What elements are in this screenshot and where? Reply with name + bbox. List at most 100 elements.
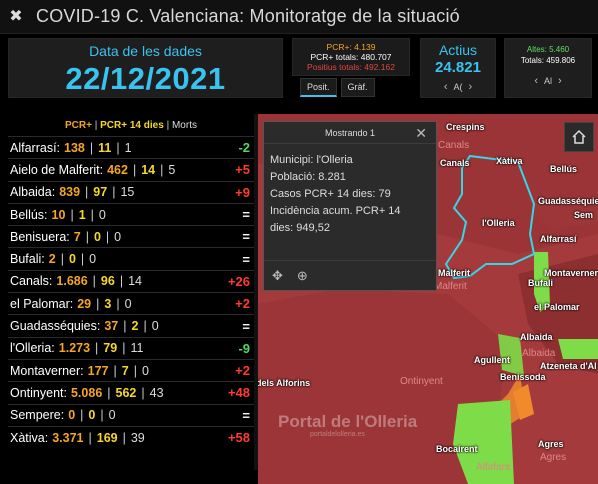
separator: | bbox=[85, 229, 89, 244]
separator: | bbox=[132, 162, 137, 177]
map-label-crespins: Crespins bbox=[446, 122, 485, 132]
daily-delta: -2 bbox=[238, 140, 250, 156]
pcr-summary-box: PCR+: 4.139 PCR+ totals: 480.707 Positiu… bbox=[292, 38, 410, 76]
zoom-to-icon[interactable]: ⊕ bbox=[297, 268, 308, 284]
separator: | bbox=[123, 319, 127, 334]
date-value: 22/12/2021 bbox=[65, 61, 226, 96]
municipality-list: PCR+ | PCR+ 14 dies | Morts Alfarrasí: 13… bbox=[8, 114, 254, 470]
map-label-alfarrasi: Alfarrasí bbox=[540, 234, 577, 244]
chevron-left-icon[interactable]: ‹ bbox=[444, 81, 448, 93]
map-label-albaida-dim: Albaida bbox=[522, 348, 556, 359]
popup-header: Mostrando 1 ✕ bbox=[264, 122, 436, 144]
pcr14-value: 14 bbox=[141, 162, 156, 177]
map-label-xativa: Xàtiva bbox=[496, 156, 523, 166]
separator: | bbox=[119, 274, 124, 289]
home-button[interactable] bbox=[564, 122, 594, 152]
pcr-value: 10 bbox=[51, 207, 66, 222]
list-item[interactable]: Albaida: 839 | 97 | 15 +9 bbox=[8, 180, 254, 203]
list-item[interactable]: Aielo de Malferit: 462 | 14 | 5 +5 bbox=[8, 158, 254, 180]
list-item[interactable]: Guadasséquies: 37 | 2 | 0 = bbox=[8, 314, 254, 336]
popup-municipi: Municipi: l'Olleria bbox=[270, 154, 353, 166]
morts-value: 0 bbox=[108, 408, 116, 423]
pcr14-value: 0 bbox=[93, 229, 101, 244]
separator: | bbox=[85, 185, 89, 200]
separator: | bbox=[133, 363, 137, 378]
popup-casos: Casos PCR+ 14 dies: 79 bbox=[270, 188, 391, 200]
municipality-name: Xàtiva: bbox=[10, 430, 49, 445]
chevron-right-icon[interactable]: › bbox=[558, 75, 562, 87]
list-item[interactable]: Canals: 1.686 | 96 | 14 +26 bbox=[8, 269, 254, 292]
pcr-total: PCR+ totals: 480.707 bbox=[310, 52, 392, 62]
pcr-value: 2 bbox=[48, 252, 56, 267]
list-item[interactable]: Ontinyent: 5.086 | 562 | 43 +48 bbox=[8, 381, 254, 403]
actius-pager-label: A( bbox=[453, 82, 463, 92]
feature-popup: Mostrando 1 ✕ Municipi: l'Olleria Poblac… bbox=[263, 121, 437, 291]
morts-value: 0 bbox=[141, 363, 149, 378]
map-label-el-palomar: el Palomar bbox=[534, 302, 580, 312]
map-label-sempere: Sem bbox=[574, 210, 594, 220]
list-item[interactable]: Montaverner: 177 | 7 | 0 +2 bbox=[8, 358, 254, 381]
pcr14-value: 1 bbox=[78, 207, 86, 222]
actius-pager: ‹ A( › bbox=[421, 81, 495, 93]
daily-delta: = bbox=[242, 229, 250, 245]
app-title: COVID-19 C. Valenciana: Monitoratge de l… bbox=[36, 6, 460, 26]
separator: | bbox=[90, 207, 94, 222]
popup-actions: ✥ ⊕ bbox=[264, 260, 436, 290]
pcr-value: 29 bbox=[77, 296, 92, 311]
chevron-left-icon[interactable]: ‹ bbox=[534, 75, 538, 87]
daily-delta: -9 bbox=[238, 340, 250, 356]
pcr-value: 1.686 bbox=[56, 274, 88, 289]
map-label-agres-dim: Agres bbox=[540, 452, 567, 463]
daily-delta: = bbox=[242, 318, 250, 334]
list-item[interactable]: Sempere: 0 | 0 | 0 = bbox=[8, 403, 254, 426]
map-label-guadassequies: Guadasséquies bbox=[538, 196, 598, 206]
pcr14-value: 79 bbox=[103, 341, 118, 356]
map-label-agres: Agres bbox=[538, 439, 564, 449]
daily-delta: +48 bbox=[227, 385, 250, 401]
pcr14-value: 2 bbox=[131, 319, 139, 334]
pcr14-value: 7 bbox=[121, 363, 129, 378]
municipality-name: Alfarrasí: bbox=[10, 140, 61, 155]
morts-value: 0 bbox=[98, 207, 106, 222]
pcr-value: 138 bbox=[64, 140, 85, 155]
list-item[interactable]: Bufali: 2 | 0 | 0 = bbox=[8, 247, 254, 269]
municipality-name: Sempere: bbox=[10, 408, 65, 423]
map-label-canals: Canals bbox=[440, 158, 470, 168]
legend-morts: Morts bbox=[171, 120, 197, 131]
legend-pcr-14: PCR+ 14 dies bbox=[100, 120, 164, 131]
map-label-agullent: Agullent bbox=[474, 355, 510, 365]
actius-label: Actius bbox=[438, 42, 478, 58]
pcr14-value: 169 bbox=[96, 430, 118, 445]
separator: | bbox=[96, 296, 100, 311]
chevron-right-icon[interactable]: › bbox=[469, 81, 473, 93]
list-item[interactable]: Alfarrasí: 138 | 11 | 1 -2 bbox=[8, 136, 254, 158]
map-label-montaverner: Montaverner bbox=[544, 268, 598, 278]
morts-value: 5 bbox=[168, 162, 176, 177]
list-item[interactable]: el Palomar: 29 | 3 | 0 +2 bbox=[8, 292, 254, 314]
list-item[interactable]: l'Olleria: 1.273 | 79 | 11 -9 bbox=[8, 336, 254, 359]
daily-delta: +58 bbox=[227, 430, 250, 445]
list-item[interactable]: Xàtiva: 3.371 | 169 | 39 +58 bbox=[8, 425, 254, 448]
pcr14-value: 97 bbox=[93, 185, 108, 200]
map-label-ontinyent: Ontinyent bbox=[400, 376, 443, 387]
popup-body: Municipi: l'Olleria Població: 8.281 Caso… bbox=[264, 144, 436, 245]
pcr14-value: 3 bbox=[104, 296, 112, 311]
separator: | bbox=[89, 140, 94, 155]
close-icon[interactable]: ✕ bbox=[415, 122, 427, 144]
separator: | bbox=[107, 385, 111, 400]
map-label-malferit-dim: Malferit bbox=[434, 281, 467, 292]
list-item[interactable]: Bellús: 10 | 1 | 0 = bbox=[8, 202, 254, 225]
pcr-value: 839 bbox=[59, 185, 81, 200]
actius-value: 24.821 bbox=[435, 59, 481, 76]
pcr14-value: 0 bbox=[88, 408, 96, 423]
map-label-alforins: dels Alforins bbox=[258, 378, 311, 388]
municipality-name: Aielo de Malferit: bbox=[10, 162, 104, 177]
morts-value: 15 bbox=[120, 185, 135, 200]
move-icon[interactable]: ✥ bbox=[272, 268, 283, 284]
morts-value: 0 bbox=[89, 252, 97, 267]
separator: | bbox=[112, 185, 116, 200]
list-item[interactable]: Benisuera: 7 | 0 | 0 = bbox=[8, 225, 254, 247]
tab-positius[interactable]: Posit. bbox=[300, 78, 337, 97]
tab-grafic[interactable]: Gràf. bbox=[340, 78, 375, 97]
separator: | bbox=[160, 162, 164, 177]
